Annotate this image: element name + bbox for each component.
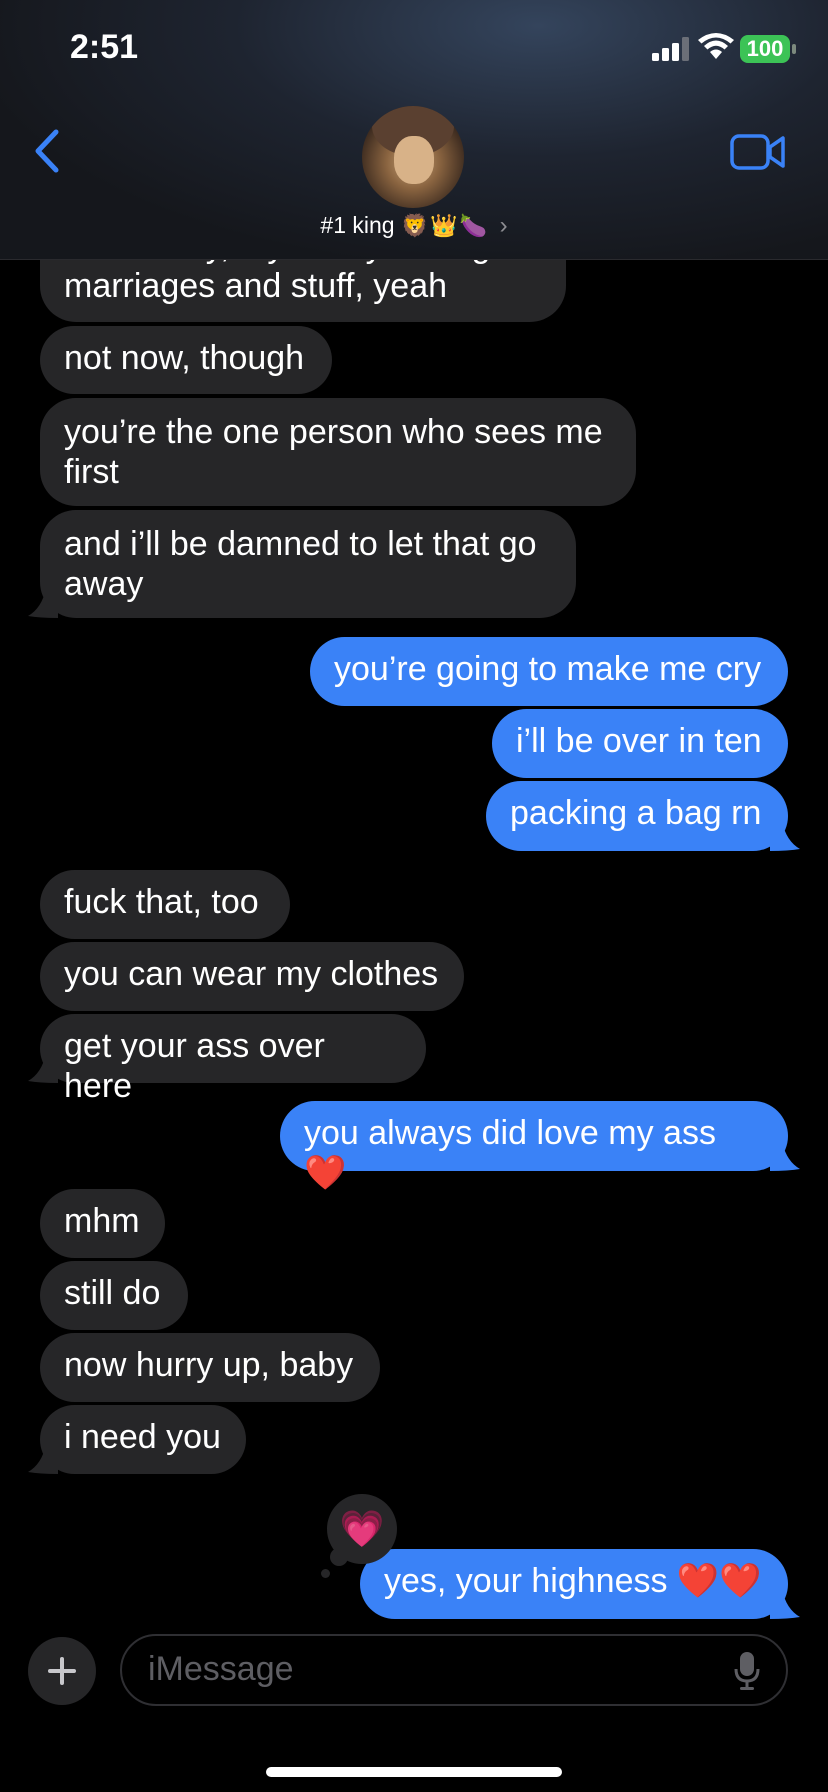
message-bubble-outgoing[interactable]: you always did love my ass ❤️	[280, 1101, 788, 1192]
message-bubble-incoming[interactable]: still do	[40, 1261, 188, 1330]
message-row-outgoing: yes, your highness ❤️❤️	[0, 1549, 828, 1619]
message-bubble-incoming[interactable]: you’re the one person who sees me first	[40, 398, 636, 506]
bubble-tail	[28, 1053, 58, 1083]
message-row-incoming: i need you	[0, 1405, 828, 1474]
message-row-incoming: now hurry up, baby	[0, 1333, 828, 1402]
message-row-incoming: mhm	[0, 1189, 828, 1258]
message-row-incoming: still do	[0, 1261, 828, 1330]
message-row-incoming: not now, though	[0, 326, 828, 394]
tapback-tail-dot	[321, 1569, 330, 1578]
message-row-incoming: and i’ll be damned to let that go away	[0, 510, 828, 618]
status-time: 2:51	[70, 28, 139, 66]
message-bubble-incoming[interactable]: get your ass over here	[40, 1014, 426, 1105]
message-bubble-incoming[interactable]: fuck that, too	[40, 870, 290, 939]
message-input[interactable]: iMessage	[120, 1634, 788, 1706]
tapback-tail-dot	[330, 1548, 348, 1566]
message-bubble-incoming[interactable]: and i’ll be damned to let that go away	[40, 510, 576, 618]
message-bubble-incoming[interactable]: you can wear my clothes	[40, 942, 464, 1011]
bubble-tail	[770, 1141, 800, 1171]
contact-emojis: 🦁👑🍆	[400, 213, 490, 238]
message-bubble-incoming[interactable]: i need you	[40, 1405, 246, 1474]
contact-name: #1 king	[320, 212, 395, 238]
wifi-icon	[698, 33, 734, 59]
message-row-outgoing: you’re going to make me cry	[0, 637, 828, 706]
chevron-left-icon[interactable]	[28, 126, 68, 176]
bubble-tail	[28, 588, 58, 618]
bubble-tail	[28, 1444, 58, 1474]
bubble-tail	[770, 821, 800, 851]
plus-button[interactable]	[28, 1637, 96, 1705]
message-row-incoming: get your ass over here	[0, 1014, 828, 1105]
plus-icon	[60, 1657, 64, 1685]
bubble-tail	[770, 1589, 800, 1619]
message-row-incoming: you can wear my clothes	[0, 942, 828, 1011]
microphone-icon[interactable]	[734, 1652, 760, 1690]
battery-icon: 100	[740, 35, 796, 63]
battery-nub	[792, 44, 796, 54]
contact-name-row[interactable]: #1 king 🦁👑🍆 ›	[0, 212, 828, 240]
message-bubble-incoming[interactable]: mhm	[40, 1189, 165, 1258]
message-row-incoming: you’re the one person who sees me first	[0, 398, 828, 506]
message-bubble-incoming[interactable]: not now, though	[40, 326, 332, 394]
message-bubble-outgoing[interactable]: yes, your highness ❤️❤️	[360, 1549, 788, 1619]
message-row-outgoing: i’ll be over in ten	[0, 709, 828, 778]
conversation-header: 2:51 100 #1 king 🦁👑🍆 ›	[0, 0, 828, 260]
message-row-incoming: fuck that, too	[0, 870, 828, 939]
message-row-outgoing: you always did love my ass ❤️	[0, 1101, 828, 1192]
message-row-outgoing: packing a bag rn	[0, 781, 828, 851]
home-indicator[interactable]	[266, 1767, 562, 1777]
cellular-signal-icon	[652, 37, 689, 61]
message-bubble-outgoing[interactable]: you’re going to make me cry	[310, 637, 788, 706]
message-bubble-outgoing[interactable]: i’ll be over in ten	[492, 709, 788, 778]
contact-avatar[interactable]	[362, 106, 464, 208]
message-bubble-outgoing[interactable]: packing a bag rn	[486, 781, 788, 851]
battery-level: 100	[740, 35, 790, 63]
message-thread[interactable]: historically, my family arranged marriag…	[0, 0, 828, 1792]
message-bubble-incoming[interactable]: now hurry up, baby	[40, 1333, 380, 1402]
avatar-face	[394, 136, 434, 184]
chevron-right-icon: ›	[499, 212, 508, 239]
video-camera-icon[interactable]	[730, 133, 786, 171]
message-input-placeholder: iMessage	[148, 1650, 294, 1688]
